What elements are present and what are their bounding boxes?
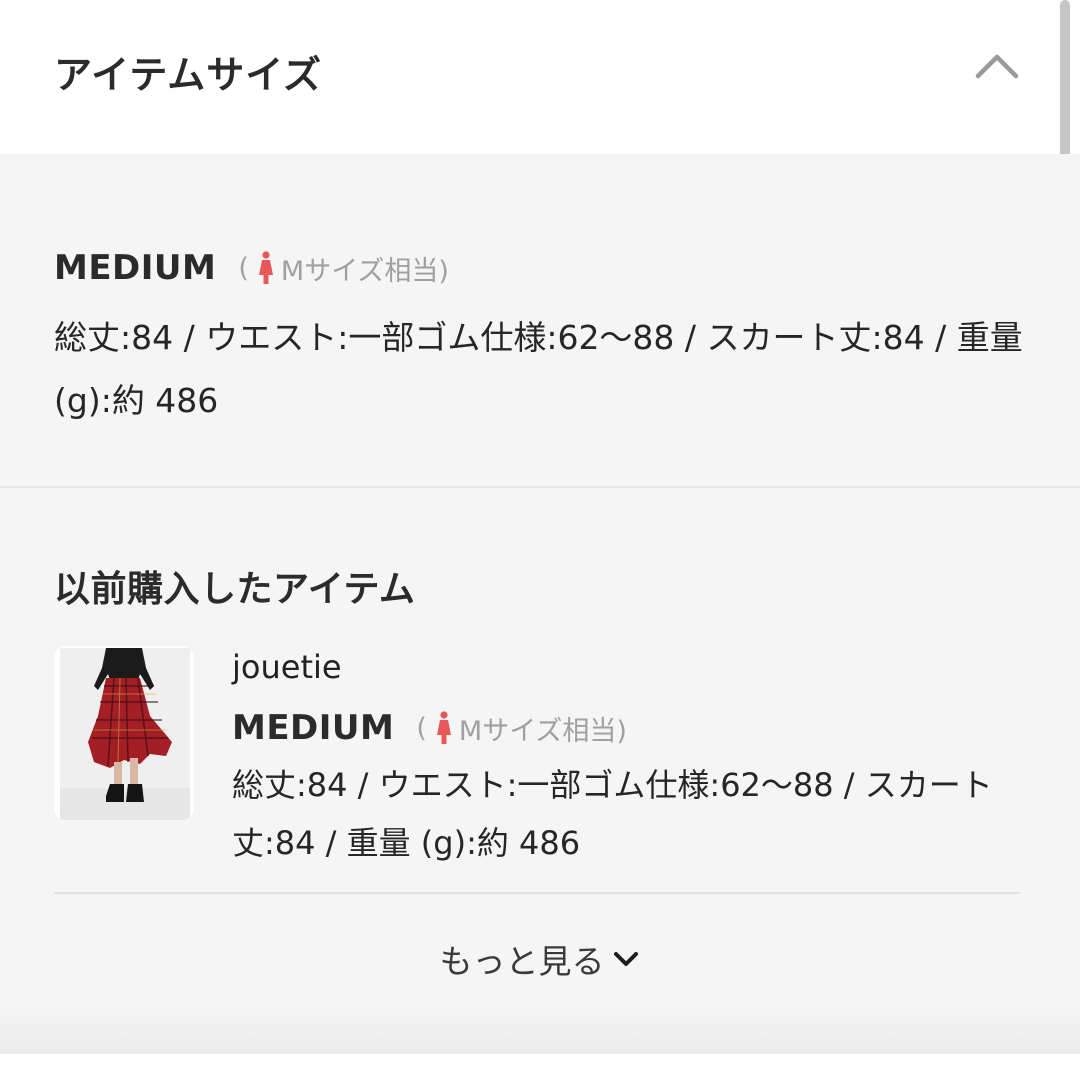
note-text: Mサイズ相当)	[280, 255, 449, 287]
previous-items-title: 以前購入したアイテム	[54, 569, 416, 610]
size-details: 総丈:84 / ウエスト:一部ゴム仕様:62〜88 / スカート丈:84 / 重…	[54, 318, 1023, 420]
divider	[54, 892, 1020, 894]
section-title: アイテムサイズ	[54, 53, 323, 97]
size-section-header[interactable]: アイテムサイズ	[0, 0, 1080, 154]
page-bottom	[0, 1054, 1080, 1080]
skirt-photo-icon	[60, 648, 190, 820]
show-more-label: もっと見る	[439, 942, 605, 981]
item-size-equivalent: ( Mサイズ相当)	[416, 709, 627, 748]
person-icon	[258, 251, 273, 284]
panel-bottom-shade	[0, 1002, 1080, 1054]
size-panel: MEDIUM ( Mサイズ相当) 総丈:84 / ウエスト:一部ゴム仕様:62〜…	[0, 154, 1080, 488]
item-brand[interactable]: jouetie	[232, 648, 342, 686]
item-size-details: 総丈:84 / ウエスト:一部ゴム仕様:62〜88 / スカート丈:84 / 重…	[232, 766, 993, 862]
item-size-page: アイテムサイズ MEDIUM ( Mサイズ相当) 総丈:84 / ウエスト:一部…	[0, 0, 1080, 1080]
show-more-button[interactable]: もっと見る	[420, 934, 660, 984]
size-equivalent: ( Mサイズ相当)	[238, 249, 449, 288]
item-size-row: MEDIUM ( Mサイズ相当)	[232, 706, 627, 750]
item-thumbnail[interactable]	[54, 646, 194, 820]
note-text: Mサイズ相当)	[458, 715, 627, 747]
note-open-paren: (	[416, 712, 427, 744]
chevron-down-icon	[613, 952, 638, 966]
chevron-up-icon[interactable]	[972, 46, 1022, 86]
size-name: MEDIUM	[54, 248, 217, 288]
item-size-name: MEDIUM	[232, 708, 395, 748]
size-row: MEDIUM ( Mサイズ相当)	[54, 246, 449, 290]
previous-items-panel: 以前購入したアイテム jouetie MEDIUM (Mサイズ相当) 総丈:8…	[0, 488, 1080, 1054]
note-open-paren: (	[238, 252, 249, 284]
person-icon	[436, 711, 451, 744]
